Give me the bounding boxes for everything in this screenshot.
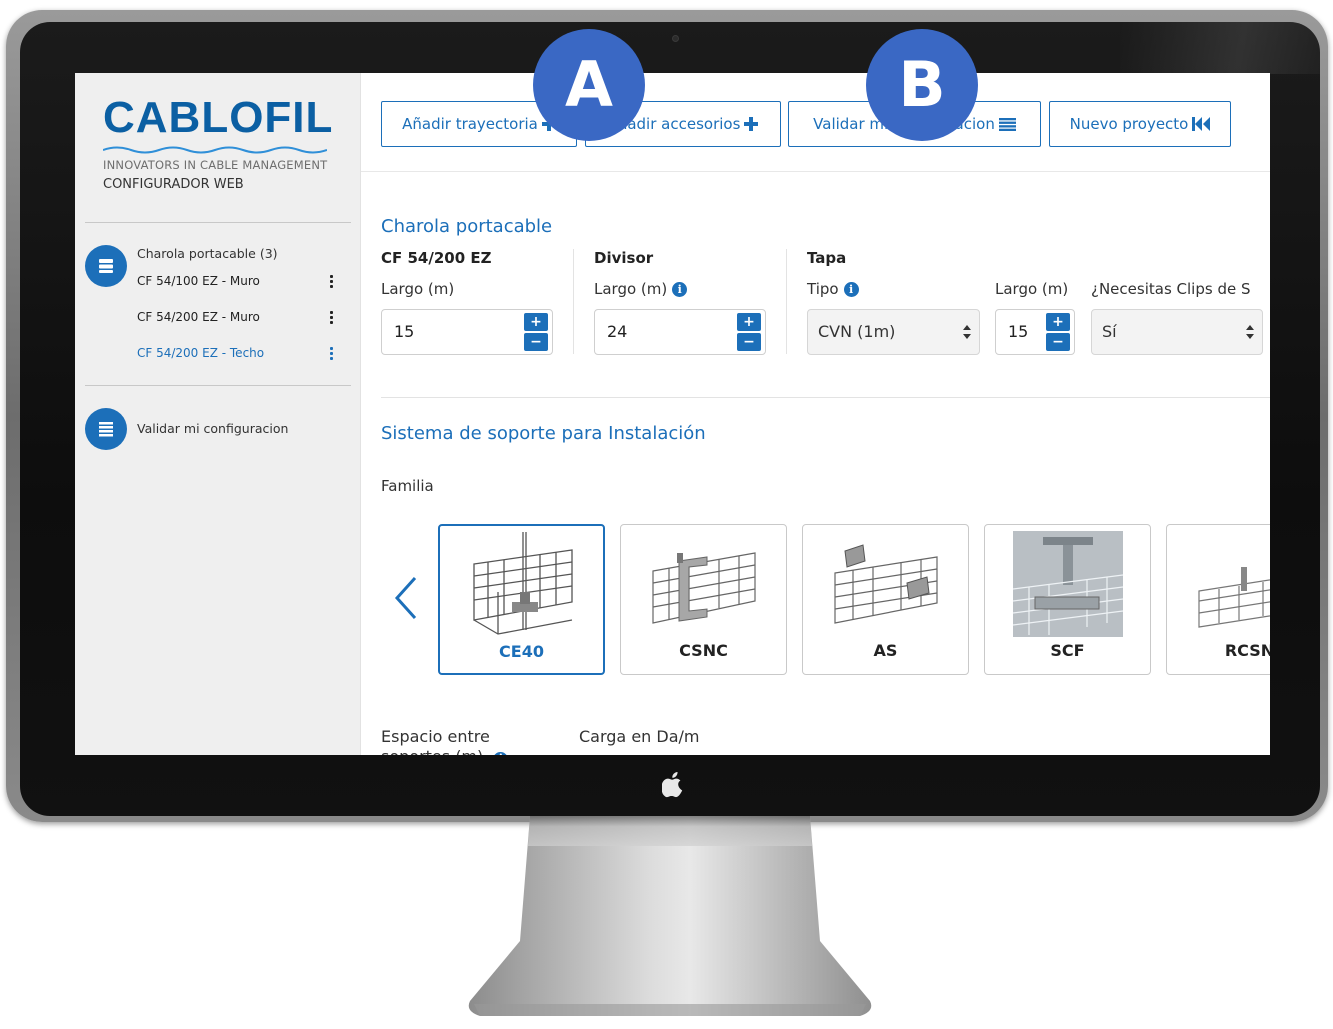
tray-product-name: CF 54/200 EZ <box>381 249 492 267</box>
app-subtitle: CONFIGURADOR WEB <box>103 177 244 192</box>
lid-head: Tapa <box>807 249 847 267</box>
brand-logo: CABLOFIL INNOVATORS IN CABLE MANAGEMENT … <box>103 93 335 192</box>
lid-length-label-text: Largo (m) <box>995 280 1069 298</box>
list-icon <box>85 408 127 450</box>
sidebar-validate-label: Validar mi configuracion <box>137 421 289 436</box>
as-image <box>834 544 938 624</box>
lid-length-label: Largo (m) <box>995 280 1068 298</box>
family-card-ce40[interactable]: CE40 <box>438 524 605 675</box>
tray-length-value[interactable]: 15 <box>394 322 414 341</box>
divider-head: Divisor <box>594 249 654 267</box>
chevron-left-icon[interactable] <box>389 575 423 621</box>
sidebar-validate[interactable]: Validar mi configuracion <box>85 408 351 450</box>
family-card-label: RCSN <box>1224 641 1270 660</box>
select-arrows-icon <box>1246 324 1254 340</box>
divider-length-label: Largo (m) i <box>594 280 688 298</box>
logo-wave-icon <box>103 146 327 154</box>
badge-b: B <box>866 29 978 141</box>
divider-length-value[interactable]: 24 <box>607 322 627 341</box>
more-icon[interactable] <box>328 310 334 325</box>
select-arrows-icon <box>963 324 971 340</box>
tray-length-label: Largo (m) <box>381 280 454 298</box>
divider-length-label-text: Largo (m) <box>594 280 668 298</box>
monitor-stand <box>468 816 872 1016</box>
lid-type-label: Tipo i <box>807 280 859 298</box>
sidebar-divider <box>85 222 351 223</box>
tray-stack-icon <box>85 245 127 287</box>
info-icon[interactable]: i <box>493 751 509 755</box>
lid-length-stepper[interactable]: 15 + − <box>995 309 1075 355</box>
spacing-label-text: Espacio entre soportes (m) <box>381 727 490 755</box>
decrement-button[interactable]: − <box>524 333 548 351</box>
tray-length-stepper[interactable]: 15 + − <box>381 309 553 355</box>
clips-select[interactable]: Sí <box>1091 309 1263 355</box>
section-divider <box>381 397 1270 398</box>
sidebar: CABLOFIL INNOVATORS IN CABLE MANAGEMENT … <box>75 73 361 755</box>
tray-length-label-text: Largo (m) <box>381 280 455 298</box>
bezel-glare <box>1120 22 1320 74</box>
rcsn-image <box>1198 567 1270 628</box>
family-card-label: CSNC <box>679 641 728 660</box>
new-project-label: Nuevo proyecto <box>1069 115 1189 133</box>
family-card-label: SCF <box>1050 641 1085 660</box>
main-panel: Añadir trayectoria Añadir accesorios Val… <box>361 73 1270 755</box>
lid-type-value: CVN (1m) <box>818 322 896 341</box>
more-icon[interactable] <box>328 346 334 361</box>
increment-button[interactable]: + <box>524 313 548 331</box>
add-path-label: Añadir trayectoria <box>402 115 538 133</box>
family-label: Familia <box>381 477 434 495</box>
spacing-label: Espacio entre soportes (m) i <box>381 727 531 755</box>
sidebar-item-label: CF 54/200 EZ - Techo <box>137 346 265 360</box>
sidebar-item[interactable]: CF 54/100 EZ - Muro <box>137 274 342 288</box>
load-label: Carga en Da/m <box>579 727 700 746</box>
csnc-image <box>652 552 756 624</box>
family-card-as[interactable]: AS <box>802 524 969 675</box>
logo-tagline: INNOVATORS IN CABLE MANAGEMENT <box>103 158 328 172</box>
lid-type-label-text: Tipo <box>807 280 839 298</box>
list-icon <box>998 117 1016 131</box>
field-separator <box>786 249 787 354</box>
toolbar-divider <box>361 171 1270 172</box>
family-card-csnc[interactable]: CSNC <box>620 524 787 675</box>
tray-section-title: Charola portacable <box>381 216 553 237</box>
decrement-button[interactable]: − <box>737 333 761 351</box>
sidebar-item-label: CF 54/100 EZ - Muro <box>137 274 260 288</box>
logo-wordmark: CABLOFIL <box>103 93 334 142</box>
scf-image <box>1013 531 1123 637</box>
sidebar-divider <box>85 385 351 386</box>
family-label-text: Familia <box>381 477 434 495</box>
increment-button[interactable]: + <box>737 313 761 331</box>
clips-value: Sí <box>1102 322 1117 341</box>
field-separator <box>573 249 574 354</box>
support-section-title: Sistema de soporte para Instalación <box>381 423 706 444</box>
ce40-image <box>473 532 573 635</box>
apple-icon <box>660 772 686 798</box>
family-card-label: CE40 <box>499 642 544 661</box>
divider-length-stepper[interactable]: 24 + − <box>594 309 766 355</box>
plus-icon <box>744 117 759 131</box>
more-icon[interactable] <box>328 274 334 289</box>
sidebar-item[interactable]: CF 54/200 EZ - Muro <box>137 310 342 324</box>
lid-type-select[interactable]: CVN (1m) <box>807 309 980 355</box>
increment-button[interactable]: + <box>1046 313 1070 331</box>
lid-length-value[interactable]: 15 <box>1008 322 1028 341</box>
camera <box>672 35 679 42</box>
sidebar-group-title[interactable]: Charola portacable (3) <box>137 246 278 261</box>
sidebar-item-label: CF 54/200 EZ - Muro <box>137 310 260 324</box>
clips-label-text: ¿Necesitas Clips de S <box>1091 280 1251 298</box>
clips-label: ¿Necesitas Clips de S <box>1091 280 1250 298</box>
new-project-button[interactable]: Nuevo proyecto <box>1049 101 1231 147</box>
info-icon[interactable]: i <box>672 281 688 297</box>
info-icon[interactable]: i <box>843 281 859 297</box>
badge-a: A <box>533 29 645 141</box>
family-card-label: AS <box>873 641 898 660</box>
family-card-rcsn[interactable]: RCSN <box>1166 524 1270 675</box>
rewind-icon <box>1192 117 1211 131</box>
family-card-scf[interactable]: SCF <box>984 524 1151 675</box>
app-screen: CABLOFIL INNOVATORS IN CABLE MANAGEMENT … <box>75 73 1270 755</box>
decrement-button[interactable]: − <box>1046 333 1070 351</box>
sidebar-item-active[interactable]: CF 54/200 EZ - Techo <box>137 346 342 360</box>
